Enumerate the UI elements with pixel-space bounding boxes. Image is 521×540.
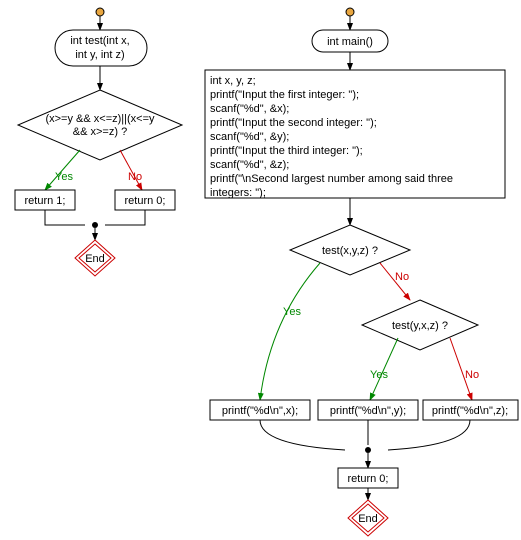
test-cond-line2: && x>=z) ? [73, 126, 127, 138]
return-1-text: return 1; [25, 195, 66, 207]
cond1-text: test(x,y,z) ? [322, 245, 378, 257]
end-node-left: End [75, 240, 115, 276]
body-line-8: integers: "); [210, 187, 266, 199]
func-signature-line2: int y, int z) [75, 49, 124, 61]
body-line-4: scanf("%d", &y); [210, 131, 289, 143]
body-line-6: scanf("%d", &z); [210, 159, 289, 171]
end-text-right: End [358, 513, 378, 525]
body-line-3: printf("Input the second integer: "); [210, 117, 377, 129]
body-line-2: scanf("%d", &x); [210, 103, 289, 115]
test-condition-diamond [18, 90, 182, 160]
no-label-left: No [128, 171, 142, 183]
body-line-1: printf("Input the first integer: "); [210, 89, 359, 101]
printf-z-text: printf("%d\n",z); [432, 405, 508, 417]
end-text-left: End [85, 253, 105, 265]
printf-x-text: printf("%d\n",x); [222, 405, 298, 417]
return-0-text-right: return 0; [348, 473, 389, 485]
func-signature-line1: int test(int x, [70, 35, 129, 47]
return-0-text-left: return 0; [125, 195, 166, 207]
end-node-right: End [348, 500, 388, 536]
test-cond-line1: (x>=y && x<=z)||(x<=y [45, 113, 155, 125]
body-line-0: int x, y, z; [210, 75, 256, 87]
merge-dot-left [92, 222, 98, 228]
yes-label-left: Yes [55, 171, 73, 183]
cond2-yes-label: Yes [370, 369, 388, 381]
printf-y-text: printf("%d\n",y); [330, 405, 406, 417]
flowchart-canvas: int test(int x, int y, int z) (x>=y && x… [0, 0, 521, 540]
cond2-text: test(y,x,z) ? [392, 320, 448, 332]
yes-edge-left [45, 150, 80, 190]
start-dot-right [346, 8, 354, 16]
cond2-no-label: No [465, 369, 479, 381]
merge-dot-right [365, 447, 371, 453]
main-signature-text: int main() [327, 36, 373, 48]
body-line-5: printf("Input the third integer: "); [210, 145, 363, 157]
cond1-no-label: No [395, 271, 409, 283]
start-dot-left [96, 8, 104, 16]
no-edge-left [120, 150, 142, 190]
cond1-yes-edge [260, 263, 320, 400]
body-line-7: printf("\nSecond largest number among sa… [210, 173, 453, 185]
cond1-yes-label: Yes [283, 306, 301, 318]
